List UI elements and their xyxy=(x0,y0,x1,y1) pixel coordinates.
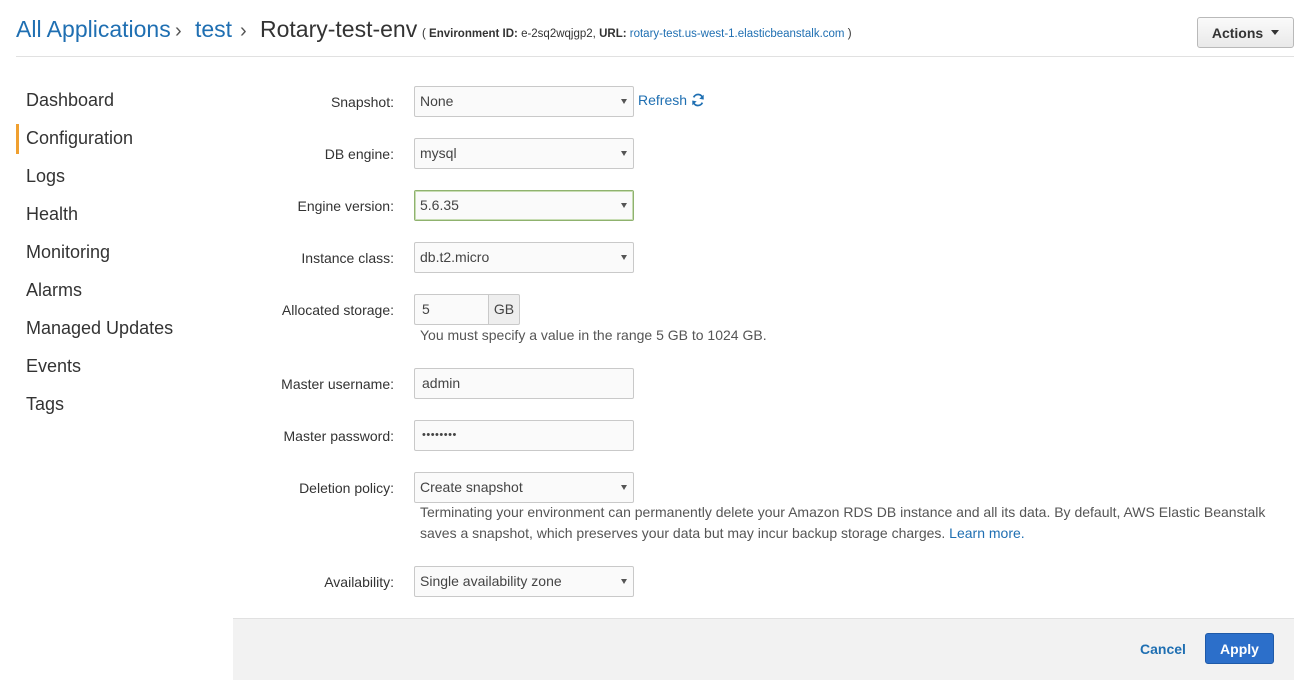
cancel-button[interactable]: Cancel xyxy=(1140,641,1186,657)
availability-select[interactable]: Single availability zone xyxy=(414,566,634,597)
sidebar-nav: Dashboard Configuration Logs Health Moni… xyxy=(16,86,216,428)
allocated-storage-label: Allocated storage: xyxy=(281,302,394,318)
refresh-label: Refresh xyxy=(638,92,688,108)
sidebar-item-managed-updates[interactable]: Managed Updates xyxy=(16,314,216,352)
deletion-policy-select[interactable]: Create snapshot xyxy=(414,472,634,503)
learn-more-link[interactable]: Learn more. xyxy=(949,525,1024,541)
dropdown-arrow-icon xyxy=(621,203,627,208)
engine-version-label: Engine version: xyxy=(297,198,394,214)
allocated-storage-help: You must specify a value in the range 5 … xyxy=(420,327,767,343)
apply-button[interactable]: Apply xyxy=(1205,633,1274,664)
deletion-policy-help: Terminating your environment can permane… xyxy=(420,502,1280,544)
engine-version-select[interactable]: 5.6.35 xyxy=(414,190,634,221)
allocated-storage-input[interactable]: 5 xyxy=(414,294,489,325)
environment-id-value: e-2sq2wqjgp2, xyxy=(521,28,596,40)
sidebar-item-dashboard[interactable]: Dashboard xyxy=(16,86,216,124)
snapshot-select-value: None xyxy=(420,93,454,109)
refresh-link[interactable]: Refresh xyxy=(638,92,705,108)
actions-button-label: Actions xyxy=(1211,24,1264,41)
header-divider xyxy=(16,56,1294,57)
page-title: Rotary-test-env xyxy=(260,16,418,42)
master-username-label: Master username: xyxy=(281,376,394,392)
master-password-label: Master password: xyxy=(283,428,394,444)
dropdown-arrow-icon xyxy=(621,485,627,490)
sidebar-item-configuration[interactable]: Configuration xyxy=(16,124,216,162)
availability-label: Availability: xyxy=(324,574,394,590)
deletion-policy-help-line2: saves a snapshot, which preserves your d… xyxy=(420,523,1280,544)
refresh-icon xyxy=(692,93,704,107)
snapshot-label: Snapshot: xyxy=(330,94,394,110)
instance-class-select-value: db.t2.micro xyxy=(420,249,490,265)
sidebar-item-alarms[interactable]: Alarms xyxy=(16,276,216,314)
meta-close-paren: ) xyxy=(847,28,852,40)
sidebar-item-tags[interactable]: Tags xyxy=(16,390,216,428)
environment-meta: ( Environment ID: e-2sq2wqjgp2, URL: rot… xyxy=(422,28,852,40)
deletion-policy-help-line1: Terminating your environment can permane… xyxy=(420,504,1266,520)
form-footer: Cancel Apply xyxy=(233,618,1294,680)
deletion-policy-select-value: Create snapshot xyxy=(420,479,523,495)
sidebar-item-logs[interactable]: Logs xyxy=(16,162,216,200)
page-header: All Applications › test › Rotary-test-en… xyxy=(0,0,1299,56)
breadcrumb-separator: › xyxy=(240,20,247,42)
sidebar-item-monitoring[interactable]: Monitoring xyxy=(16,238,216,276)
snapshot-select[interactable]: None xyxy=(414,86,634,117)
engine-version-select-value: 5.6.35 xyxy=(420,197,459,213)
db-engine-label: DB engine: xyxy=(324,146,394,162)
breadcrumb-all-applications[interactable]: All Applications xyxy=(16,16,171,43)
db-engine-select[interactable]: mysql xyxy=(414,138,634,169)
db-engine-select-value: mysql xyxy=(420,145,457,161)
meta-open-paren: ( xyxy=(422,28,426,40)
availability-select-value: Single availability zone xyxy=(420,573,562,589)
dropdown-arrow-icon xyxy=(621,579,627,584)
dropdown-arrow-icon xyxy=(621,151,627,156)
master-password-input[interactable]: •••••••• xyxy=(414,420,634,451)
url-label: URL: xyxy=(599,28,627,40)
caret-down-icon xyxy=(1271,30,1280,35)
master-username-input[interactable]: admin xyxy=(414,368,634,399)
actions-button[interactable]: Actions xyxy=(1197,17,1294,48)
deletion-policy-label: Deletion policy: xyxy=(299,480,394,496)
instance-class-label: Instance class: xyxy=(301,250,394,266)
instance-class-select[interactable]: db.t2.micro xyxy=(414,242,634,273)
sidebar-item-health[interactable]: Health xyxy=(16,200,216,238)
storage-unit-addon: GB xyxy=(488,294,520,325)
dropdown-arrow-icon xyxy=(621,255,627,260)
dropdown-arrow-icon xyxy=(621,99,627,104)
deletion-policy-help-text: saves a snapshot, which preserves your d… xyxy=(420,525,946,541)
sidebar-item-events[interactable]: Events xyxy=(16,352,216,390)
breadcrumb-application[interactable]: test xyxy=(195,16,232,43)
environment-url-link[interactable]: rotary-test.us-west-1.elasticbeanstalk.c… xyxy=(630,28,845,40)
breadcrumb-separator: › xyxy=(175,20,182,42)
environment-id-label: Environment ID: xyxy=(429,28,518,40)
